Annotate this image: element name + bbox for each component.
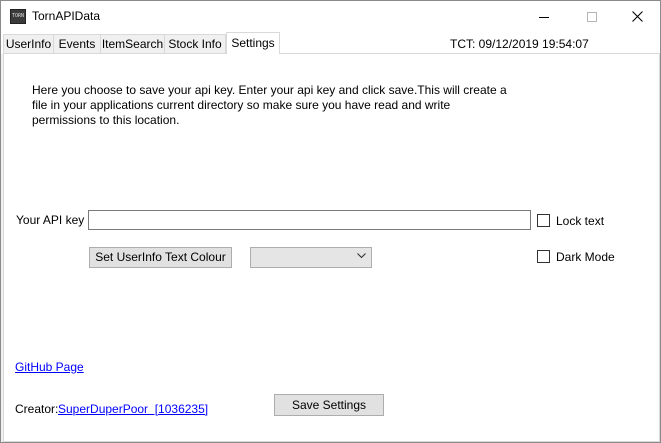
settings-panel: Here you choose to save your api key. En… [3,53,660,442]
api-key-input[interactable] [88,210,531,230]
dark-mode-checkbox[interactable] [537,250,550,263]
save-settings-button[interactable]: Save Settings [274,394,384,416]
github-page-link[interactable]: GitHub Page [15,360,84,374]
lock-text-label: Lock text [556,214,605,228]
maximize-button[interactable] [569,1,615,32]
title-bar: TORN TornAPIData [1,1,660,32]
window-title: TornAPIData [32,9,101,23]
app-logo-text: TORN [12,13,25,19]
minimize-icon [539,16,549,18]
tct-clock: TCT: 09/12/2019 19:54:07 [450,37,589,51]
set-text-colour-button[interactable]: Set UserInfo Text Colour [89,247,232,268]
creator-label: Creator: [15,402,59,416]
dark-mode-label: Dark Mode [556,250,615,264]
app-window: TORN TornAPIData UserInfo Events ItemSea… [0,0,661,443]
close-button[interactable] [614,1,660,32]
settings-info-text: Here you choose to save your api key. En… [32,83,507,127]
tab-events[interactable]: Events [53,34,101,53]
app-logo-icon: TORN [10,9,26,24]
creator-link[interactable]: SuperDuperPoor [1036235] [58,402,208,416]
close-icon [631,11,643,22]
maximize-icon [587,11,597,22]
tab-settings[interactable]: Settings [226,32,280,54]
api-key-label: Your API key [16,213,85,227]
chevron-down-icon [357,253,366,259]
colour-select[interactable] [250,247,372,268]
lock-text-checkbox[interactable] [537,214,550,227]
tab-userinfo[interactable]: UserInfo [3,34,54,53]
minimize-button[interactable] [521,1,567,32]
tab-stock-info[interactable]: Stock Info [164,34,226,53]
tab-itemsearch[interactable]: ItemSearch [100,34,165,53]
